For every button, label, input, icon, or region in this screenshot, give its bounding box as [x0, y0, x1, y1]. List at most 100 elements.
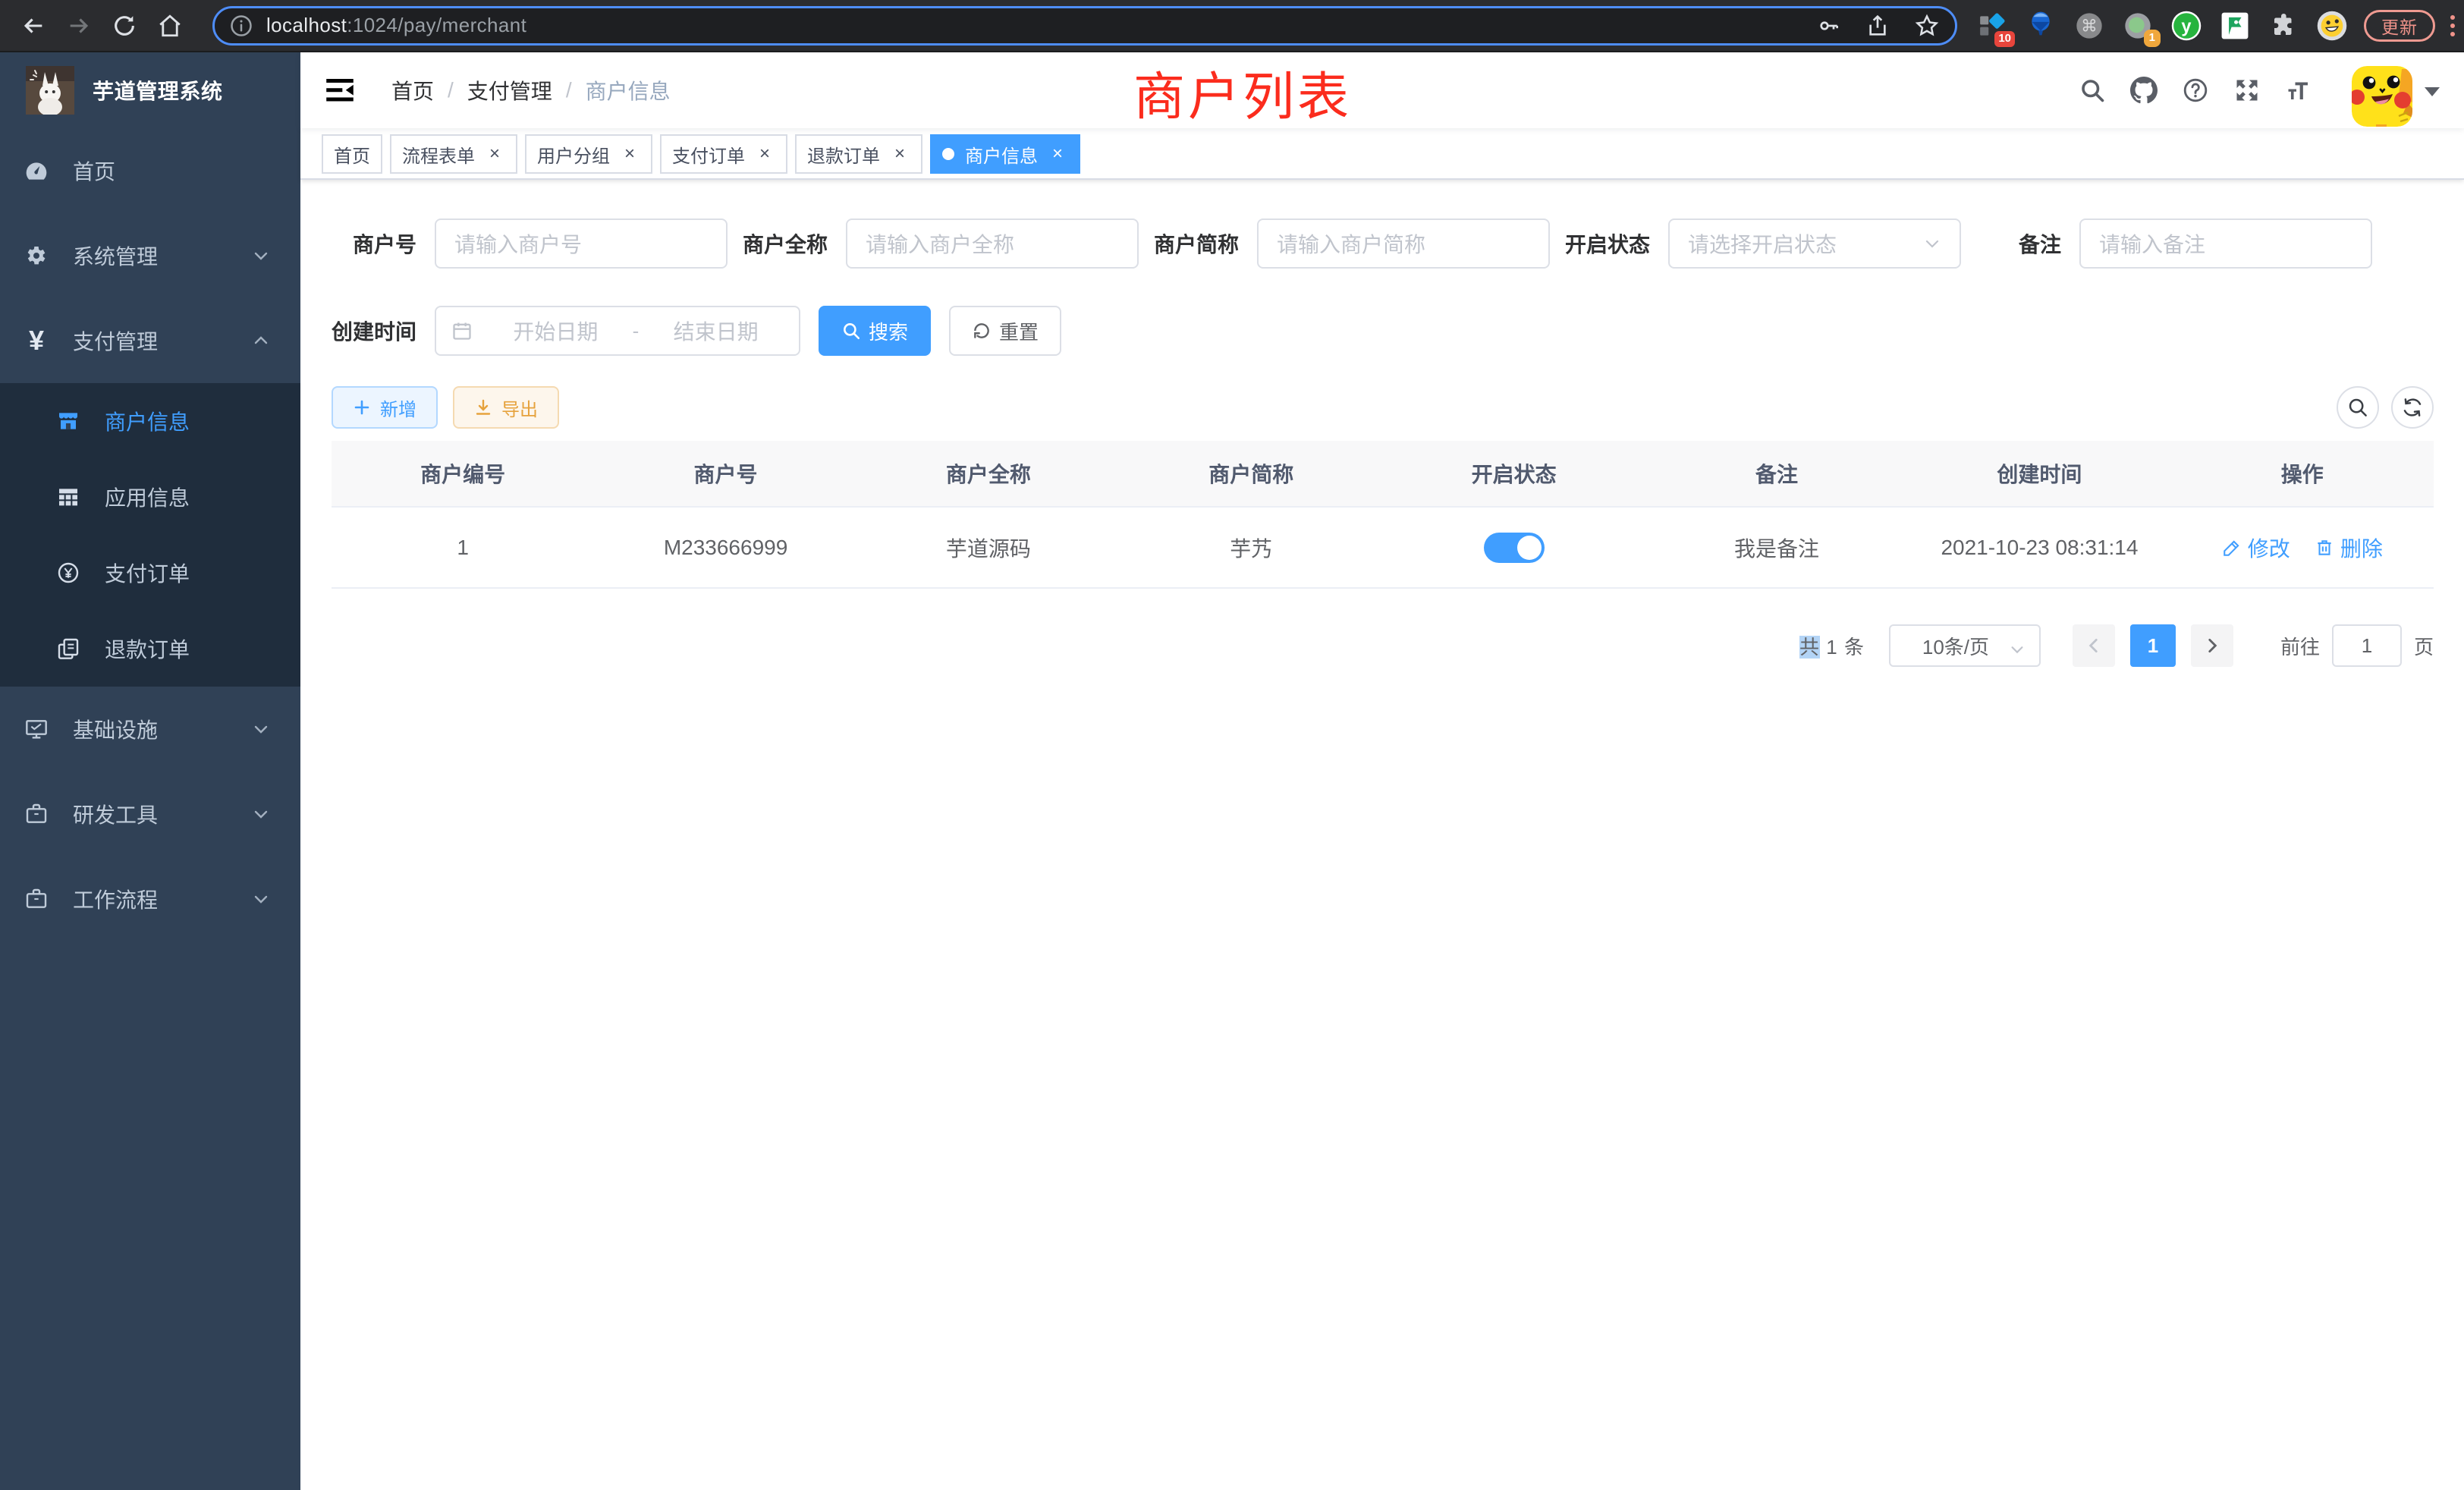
reset-label: 重置 [999, 317, 1039, 345]
browser-home-button[interactable] [147, 3, 193, 49]
header-search-icon[interactable] [2079, 77, 2106, 104]
close-icon[interactable]: × [1047, 143, 1068, 165]
font-size-icon[interactable] [2285, 77, 2312, 104]
create-time-range-picker[interactable]: 开始日期 - 结束日期 [435, 306, 800, 356]
filter-status: 开启状态 请选择开启状态 [1565, 218, 1961, 269]
breadcrumb-home[interactable]: 首页 [391, 75, 434, 105]
extension-grid-icon[interactable]: 10 [1975, 9, 2009, 42]
close-icon[interactable]: × [889, 143, 910, 165]
merchant-name-input[interactable]: 请输入商户全称 [846, 218, 1139, 269]
delete-label: 删除 [2340, 533, 2383, 563]
sidebar-item-refund-order[interactable]: 退款订单 [0, 611, 300, 687]
sidebar-item-app-info[interactable]: 应用信息 [0, 459, 300, 535]
home-icon [157, 13, 183, 39]
github-icon[interactable] [2130, 77, 2158, 104]
filter-merchant-short-name: 商户简称 请输入商户简称 [1154, 218, 1550, 269]
password-key-icon[interactable] [1817, 14, 1841, 38]
bookmark-star-icon[interactable] [1914, 13, 1940, 39]
remark-input[interactable]: 请输入备注 [2079, 218, 2372, 269]
breadcrumb-pay[interactable]: 支付管理 [467, 75, 552, 105]
delete-button[interactable]: 删除 [2315, 533, 2383, 563]
tag-label: 商户信息 [965, 141, 1038, 168]
placeholder: 请输入商户全称 [866, 228, 1014, 259]
sidebar-item-infra[interactable]: 基础设施 [0, 687, 300, 772]
tag-merchant-info[interactable]: 商户信息 × [930, 134, 1080, 174]
status-toggle[interactable] [1484, 533, 1545, 563]
col-header-short-name: 商户简称 [1120, 441, 1382, 506]
status-select[interactable]: 请选择开启状态 [1668, 218, 1961, 269]
tag-label: 流程表单 [402, 141, 475, 168]
tag-pay-order[interactable]: 支付订单 × [660, 134, 787, 174]
sidebar-item-pay[interactable]: ¥ 支付管理 [0, 298, 300, 383]
update-label: 更新 [2381, 13, 2418, 39]
plus-icon [353, 398, 371, 417]
field-label: 创建时间 [332, 316, 435, 346]
extension-flag-icon[interactable] [2218, 9, 2252, 42]
share-icon[interactable] [1865, 14, 1890, 38]
export-button[interactable]: 导出 [453, 386, 559, 429]
search-icon [2346, 396, 2369, 419]
sidebar-toggle-button[interactable] [325, 75, 355, 105]
reset-button[interactable]: 重置 [949, 306, 1061, 356]
placeholder: 请输入备注 [2099, 228, 2205, 259]
documents-icon [56, 637, 80, 661]
page-size-select[interactable]: 10条/页 [1889, 624, 2041, 667]
sidebar-item-home[interactable]: 首页 [0, 128, 300, 213]
add-button[interactable]: 新增 [332, 386, 438, 429]
svg-text:⌘: ⌘ [2081, 17, 2098, 36]
browser-update-button[interactable]: 更新 [2364, 10, 2435, 42]
browser-reload-button[interactable] [102, 3, 147, 49]
browser-menu-button[interactable] [2441, 15, 2464, 36]
refresh-icon [972, 321, 992, 341]
browser-back-button[interactable] [11, 3, 56, 49]
extension-command-icon[interactable]: ⌘ [2073, 9, 2106, 42]
extension-balloon-icon[interactable] [2024, 9, 2057, 42]
tag-refund-order[interactable]: 退款订单× [795, 134, 922, 174]
sidebar-item-merchant-info[interactable]: 商户信息 [0, 383, 300, 459]
sidebar-item-pay-order[interactable]: 支付订单 [0, 535, 300, 611]
url-text[interactable]: localhost:1024/pay/merchant [266, 14, 1817, 37]
sidebar-item-workflow[interactable]: 工作流程 [0, 857, 300, 941]
prev-page-button[interactable] [2073, 624, 2115, 667]
close-icon[interactable]: × [484, 143, 505, 165]
breadcrumb-current: 商户信息 [586, 75, 671, 105]
merchant-short-name-input[interactable]: 请输入商户简称 [1257, 218, 1550, 269]
sidebar-item-label: 支付订单 [105, 558, 276, 588]
sidebar-item-dev-tools[interactable]: 研发工具 [0, 772, 300, 857]
search-form-row-2: 创建时间 开始日期 - 结束日期 [332, 306, 2434, 356]
close-icon[interactable]: × [754, 143, 775, 165]
toggle-search-button[interactable] [2337, 386, 2379, 429]
extension-recorder-icon[interactable]: 1 [2121, 9, 2154, 42]
cell-short-name: 芋艿 [1120, 508, 1382, 587]
goto-page-input[interactable]: 1 [2332, 624, 2402, 667]
tag-home[interactable]: 首页 [322, 134, 382, 174]
search-button[interactable]: 搜索 [819, 306, 931, 356]
sidebar-item-label: 退款订单 [105, 633, 276, 664]
monitor-icon [24, 717, 49, 741]
browser-forward-button[interactable] [56, 3, 102, 49]
edit-button[interactable]: 修改 [2222, 533, 2290, 563]
extension-y-icon[interactable]: y [2170, 9, 2203, 42]
shop-icon [56, 409, 80, 433]
tag-flow-form[interactable]: 流程表单 × [390, 134, 517, 174]
fullscreen-icon[interactable] [2233, 77, 2261, 104]
refresh-table-button[interactable] [2391, 386, 2434, 429]
cell-no: M233666999 [594, 508, 856, 587]
close-icon[interactable]: × [619, 143, 640, 165]
tag-user-group[interactable]: 用户分组× [525, 134, 652, 174]
tags-view: 首页 流程表单 × 用户分组× 支付订单 × 退款订单× 商户信息 × [300, 128, 2464, 180]
address-bar[interactable]: localhost:1024/pay/merchant [212, 6, 1957, 46]
profile-emoji-icon[interactable] [2315, 9, 2349, 42]
site-info-icon[interactable] [230, 14, 253, 37]
extensions-puzzle-icon[interactable] [2267, 9, 2300, 42]
page-1-button[interactable]: 1 [2130, 624, 2176, 667]
sidebar-logo[interactable]: 芋道管理系统 [0, 52, 300, 128]
user-menu[interactable] [2352, 66, 2440, 127]
next-page-button[interactable] [2191, 624, 2233, 667]
help-icon[interactable] [2182, 77, 2209, 104]
tag-label: 支付订单 [672, 141, 745, 168]
back-arrow-icon [20, 13, 46, 39]
merchant-no-input[interactable]: 请输入商户号 [435, 218, 728, 269]
goto-label: 前往 [2280, 632, 2320, 660]
sidebar-item-system[interactable]: 系统管理 [0, 213, 300, 298]
